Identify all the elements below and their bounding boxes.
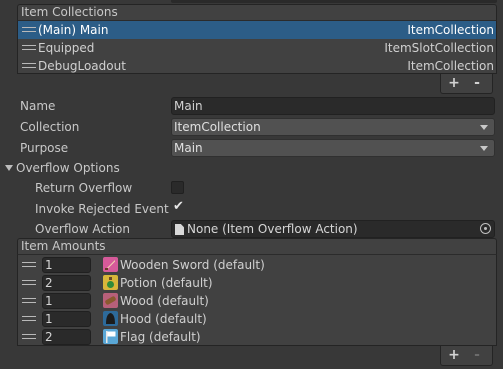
amount-value: 2 xyxy=(45,276,53,290)
drag-handle-icon[interactable] xyxy=(22,298,36,304)
overflow-action-value: None (Item Overflow Action) xyxy=(187,222,358,236)
amount-row[interactable]: 1 Wooden Sword (default) xyxy=(18,256,496,274)
amount-row[interactable]: 1 Wood (default) xyxy=(18,292,496,310)
item-collections-list: (Main) Main ItemCollection Equipped Item… xyxy=(17,20,497,74)
collection-name: DebugLoadout xyxy=(38,59,126,73)
dropdown-arrow-icon xyxy=(480,146,488,151)
invoke-rejected-checkbox[interactable]: ✔ xyxy=(171,199,184,214)
collection-row-equipped[interactable]: Equipped ItemSlotCollection xyxy=(18,39,496,57)
amount-value: 2 xyxy=(45,330,53,344)
purpose-dropdown-value: Main xyxy=(174,141,203,155)
purpose-label: Purpose xyxy=(20,141,69,155)
item-name: Wooden Sword (default) xyxy=(120,258,265,272)
previous-field-edge xyxy=(171,0,497,3)
drag-handle-icon[interactable] xyxy=(22,280,36,286)
flag-icon xyxy=(103,329,118,344)
collection-type: ItemCollection xyxy=(407,23,494,37)
return-overflow-checkbox[interactable] xyxy=(171,181,184,194)
amount-field[interactable]: 2 xyxy=(42,275,91,291)
item-name: Potion (default) xyxy=(120,276,213,290)
add-amount-button[interactable]: + xyxy=(444,346,464,364)
amount-value: 1 xyxy=(45,312,53,326)
item-amounts-list: 1 Wooden Sword (default) 2 Potion (defau… xyxy=(17,254,497,346)
drag-handle-icon[interactable] xyxy=(22,45,36,51)
collection-type: ItemSlotCollection xyxy=(384,41,494,55)
amount-field[interactable]: 1 xyxy=(42,311,91,327)
drag-handle-icon[interactable] xyxy=(22,27,36,33)
foldout-arrow-icon[interactable] xyxy=(5,165,13,171)
drag-handle-icon[interactable] xyxy=(22,316,36,322)
overflow-action-label: Overflow Action xyxy=(35,222,130,236)
potion-icon xyxy=(103,275,118,290)
script-asset-icon xyxy=(175,224,184,235)
wood-icon xyxy=(103,293,118,308)
item-name: Wood (default) xyxy=(120,294,209,308)
collection-label: Collection xyxy=(20,120,80,134)
purpose-dropdown[interactable]: Main xyxy=(171,139,495,157)
drag-handle-icon[interactable] xyxy=(22,334,36,340)
drag-handle-icon[interactable] xyxy=(22,63,36,69)
drag-handle-icon[interactable] xyxy=(22,262,36,268)
collections-footer: + - xyxy=(440,74,493,94)
sword-icon xyxy=(103,257,118,272)
collection-dropdown[interactable]: ItemCollection xyxy=(171,118,495,136)
collection-row-main[interactable]: (Main) Main ItemCollection xyxy=(18,21,496,39)
amount-row[interactable]: 2 Potion (default) xyxy=(18,274,496,292)
overflow-action-field[interactable]: None (Item Overflow Action) xyxy=(171,220,495,238)
overflow-options-foldout[interactable]: Overflow Options xyxy=(16,159,120,177)
item-name: Hood (default) xyxy=(120,312,207,326)
dropdown-arrow-icon xyxy=(480,125,488,130)
amount-field[interactable]: 1 xyxy=(42,257,91,273)
amount-field[interactable]: 1 xyxy=(42,293,91,309)
return-overflow-label: Return Overflow xyxy=(35,181,133,195)
add-collection-button[interactable]: + xyxy=(444,74,464,92)
item-collections-header: Item Collections xyxy=(17,4,497,20)
amount-row[interactable]: 2 Flag (default) xyxy=(18,328,496,346)
object-picker-icon[interactable] xyxy=(480,223,491,234)
collection-type: ItemCollection xyxy=(407,59,494,73)
remove-amount-button[interactable]: - xyxy=(467,346,487,364)
collection-name: (Main) Main xyxy=(38,23,109,37)
collection-row-debugloadout[interactable]: DebugLoadout ItemCollection xyxy=(18,57,496,75)
item-amounts-header: Item Amounts xyxy=(17,238,497,254)
amount-row[interactable]: 1 Hood (default) xyxy=(18,310,496,328)
amount-field[interactable]: 2 xyxy=(42,329,91,345)
name-label: Name xyxy=(20,99,56,113)
amount-value: 1 xyxy=(45,294,53,308)
name-value: Main xyxy=(174,99,203,113)
checkmark-icon: ✔ xyxy=(173,199,184,214)
name-field[interactable]: Main xyxy=(171,97,495,115)
amounts-footer: + - xyxy=(440,346,493,366)
collection-name: Equipped xyxy=(38,41,95,55)
remove-collection-button[interactable]: - xyxy=(467,74,487,92)
collection-dropdown-value: ItemCollection xyxy=(174,120,261,134)
invoke-rejected-label: Invoke Rejected Event xyxy=(35,202,169,216)
hood-icon xyxy=(103,311,118,326)
amount-value: 1 xyxy=(45,258,53,272)
item-name: Flag (default) xyxy=(120,330,201,344)
